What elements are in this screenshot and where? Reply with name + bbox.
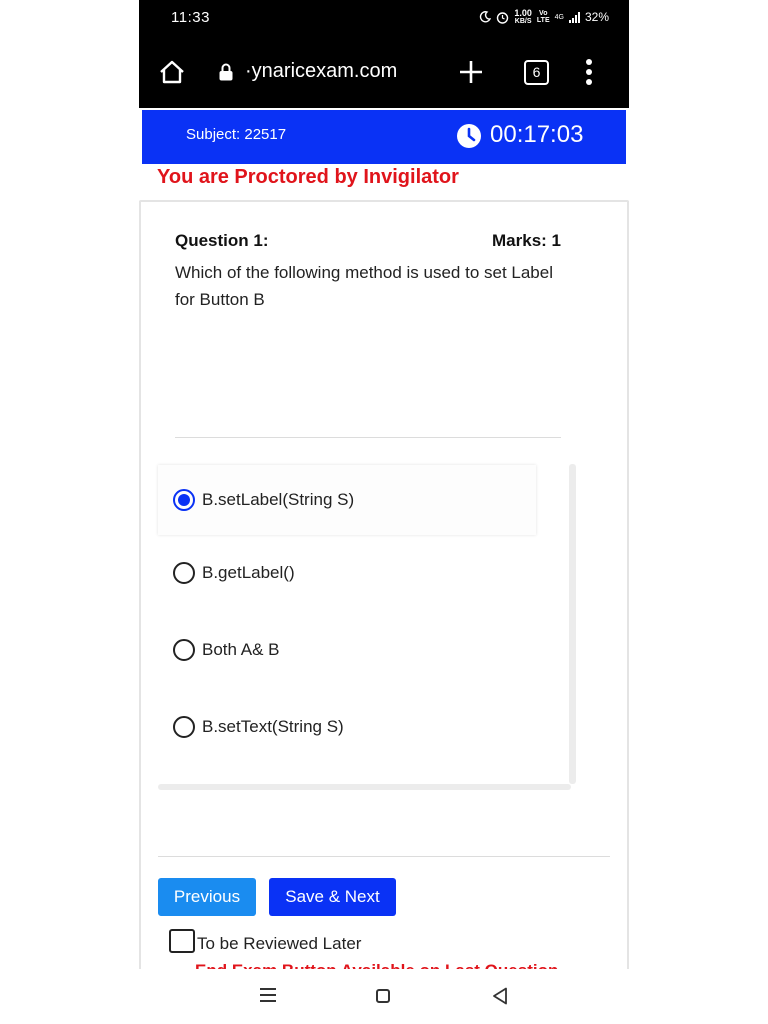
radio-option-d[interactable] [173, 716, 195, 738]
subject-code: Subject: 22517 [186, 126, 287, 143]
divider [158, 856, 610, 857]
menu-icon[interactable] [585, 58, 593, 86]
option-a[interactable]: B.setLabel(String S) [158, 465, 536, 535]
review-later[interactable]: To be Reviewed Later [169, 928, 361, 954]
divider [175, 437, 561, 438]
battery-level: 32% [584, 10, 609, 24]
home-icon[interactable] [159, 60, 185, 84]
signal-icon [568, 11, 580, 23]
plus-icon[interactable] [459, 60, 483, 84]
exam-timer: 00:17:03 [490, 121, 584, 148]
exam-header: Subject: 22517 00:17:03 [142, 110, 626, 164]
options-horizontal-scrollbar[interactable] [158, 784, 571, 790]
net-speed: 1.00 KB/S [514, 8, 532, 26]
nav-back-icon[interactable] [492, 987, 508, 1005]
nav-menu-icon[interactable] [260, 988, 276, 1002]
option-b[interactable]: B.getLabel() [158, 538, 536, 608]
alarm-icon [497, 11, 509, 24]
proctor-notice: You are Proctored by Invigilator [157, 166, 459, 188]
lock-icon [219, 63, 233, 81]
status-bar: 11:33 1.00 KB/S Vo LTE 4G 32% [139, 0, 629, 36]
volte-indicator: Vo LTE [536, 10, 550, 24]
review-later-label: To be Reviewed Later [197, 934, 362, 953]
system-nav-bar [139, 969, 629, 1024]
option-d[interactable]: B.setText(String S) [158, 692, 536, 762]
question-header: Question 1: Marks: 1 [175, 231, 561, 251]
phone-screen: 11:33 1.00 KB/S Vo LTE 4G 32% ·ynaricexa… [139, 0, 629, 1024]
question-marks: Marks: 1 [492, 231, 561, 250]
option-c[interactable]: Both A& B [158, 615, 536, 685]
option-label: Both A& B [202, 640, 280, 659]
option-label: B.setText(String S) [202, 717, 344, 736]
review-later-checkbox[interactable] [169, 929, 195, 953]
options-scrollbar[interactable] [569, 464, 576, 784]
status-time: 11:33 [171, 9, 210, 26]
moon-icon [480, 11, 492, 23]
radio-option-b[interactable] [173, 562, 195, 584]
tabs-icon[interactable]: 6 [524, 60, 549, 85]
network-type: 4G [554, 13, 564, 21]
browser-toolbar: ·ynaricexam.com 6 [139, 36, 629, 108]
url-field[interactable]: ·ynaricexam.com [245, 60, 397, 83]
previous-button[interactable]: Previous [158, 878, 256, 916]
clock-icon [457, 124, 481, 148]
nav-home-icon[interactable] [376, 989, 390, 1003]
question-text: Which of the following method is used to… [175, 263, 553, 309]
save-next-button[interactable]: Save & Next [269, 878, 396, 916]
status-icons: 1.00 KB/S Vo LTE 4G 32% [479, 9, 609, 25]
radio-option-a[interactable] [173, 489, 195, 511]
radio-option-c[interactable] [173, 639, 195, 661]
option-label: B.getLabel() [202, 563, 295, 582]
end-exam-note: End Exam Button Available on Last Questi… [195, 960, 558, 969]
question-number: Question 1: [175, 231, 269, 250]
option-label: B.setLabel(String S) [202, 490, 355, 509]
